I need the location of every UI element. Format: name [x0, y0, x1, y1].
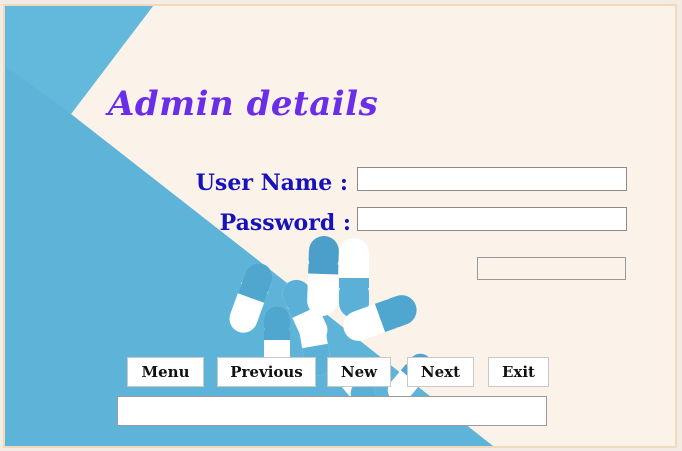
status-field [117, 396, 547, 426]
password-label: Password : [219, 210, 351, 236]
username-input[interactable] [357, 167, 627, 191]
menu-button[interactable]: Menu [127, 357, 204, 387]
exit-button[interactable]: Exit [488, 357, 549, 387]
window-frame: Admin details User Name : Password : Men… [3, 4, 677, 448]
extra-field[interactable] [477, 257, 626, 280]
next-button[interactable]: Next [407, 357, 474, 387]
new-button[interactable]: New [327, 357, 391, 387]
password-input[interactable] [357, 207, 627, 231]
previous-button[interactable]: Previous [217, 357, 316, 387]
page-title: Admin details [108, 84, 379, 124]
username-label: User Name : [195, 170, 348, 196]
